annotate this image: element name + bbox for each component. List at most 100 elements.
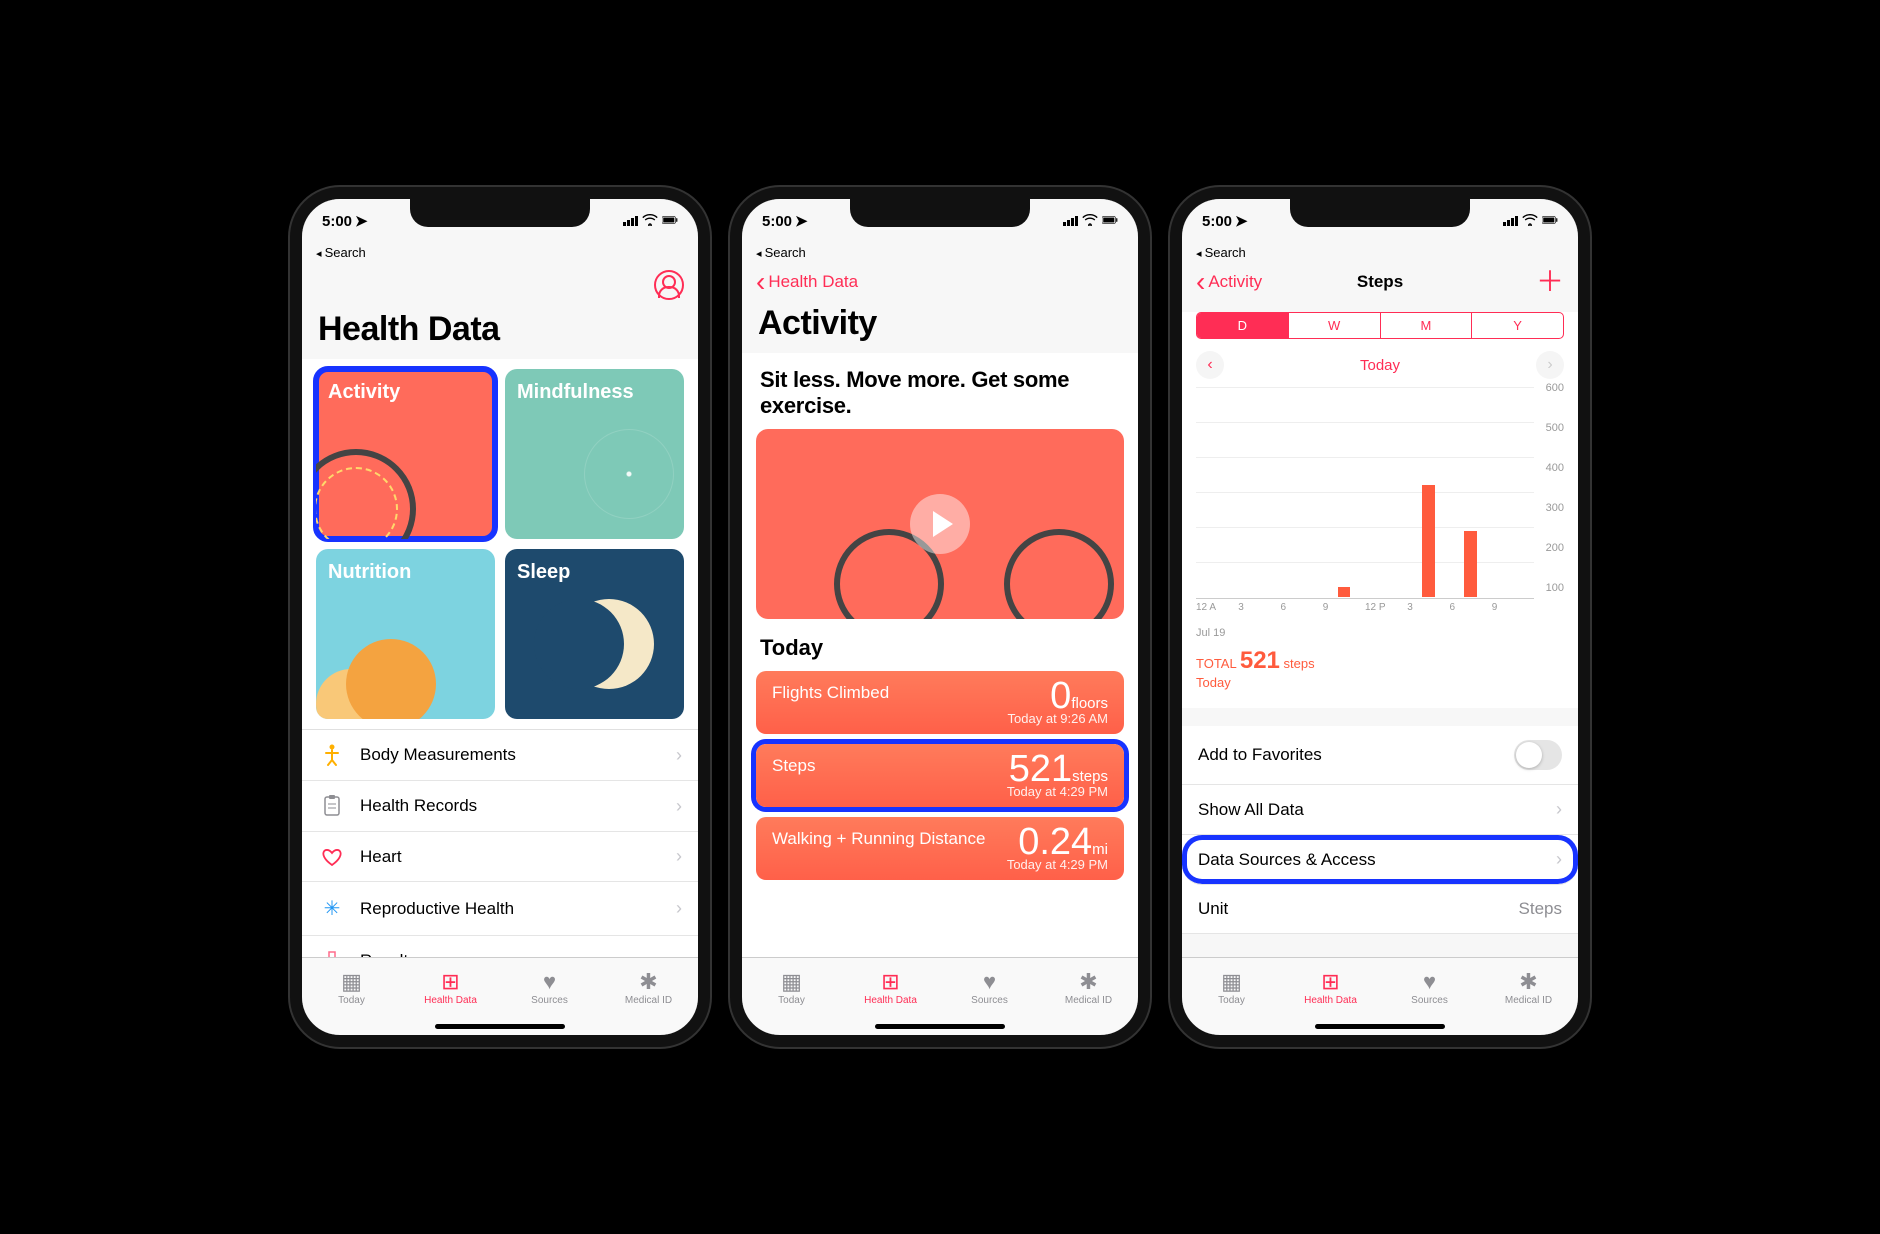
sources-icon: ♥: [1423, 971, 1436, 993]
health-data-icon: ⊞: [881, 971, 899, 993]
row-unit[interactable]: Unit Steps: [1182, 885, 1578, 934]
category-list: Body Measurements › Health Records › Hea…: [302, 729, 698, 957]
metric-walking-running-distance[interactable]: Walking + Running Distance 0.24mi Today …: [756, 817, 1124, 880]
metric-steps[interactable]: Steps 521steps Today at 4:29 PM: [756, 744, 1124, 807]
tab-health-data[interactable]: ⊞Health Data: [841, 958, 940, 1019]
list-row-body-measurements[interactable]: Body Measurements ›: [302, 730, 698, 781]
records-icon: [318, 795, 346, 817]
list-row-results[interactable]: Results ›: [302, 936, 698, 957]
row-label: Data Sources & Access: [1198, 850, 1376, 870]
nav-bar: Activity Steps ＋: [1182, 264, 1578, 304]
wifi-icon: [1522, 213, 1538, 230]
tab-medical-id[interactable]: ✱Medical ID: [599, 958, 698, 1019]
home-indicator[interactable]: [435, 1024, 565, 1029]
notch: [850, 199, 1030, 227]
medical-id-icon: ✱: [1079, 971, 1097, 993]
dandelion-icon: [584, 429, 674, 519]
back-search-link[interactable]: Search: [742, 243, 1138, 264]
today-icon: ▦: [341, 971, 362, 993]
category-sleep[interactable]: Sleep: [505, 549, 684, 719]
category-mindfulness[interactable]: Mindfulness: [505, 369, 684, 539]
list-row-health-records[interactable]: Health Records ›: [302, 781, 698, 832]
tab-today[interactable]: ▦Today: [742, 958, 841, 1019]
chevron-right-icon: ›: [1556, 849, 1562, 870]
category-label: Mindfulness: [517, 381, 634, 403]
tab-sources[interactable]: ♥Sources: [1380, 958, 1479, 1019]
today-icon: ▦: [1221, 971, 1242, 993]
back-button[interactable]: Activity: [1196, 272, 1262, 292]
tab-today[interactable]: ▦Today: [1182, 958, 1281, 1019]
steps-chart[interactable]: 600 500 400 300 200 100 12 A36912 P369: [1196, 387, 1564, 627]
chevron-right-icon: ›: [676, 796, 682, 817]
total-label: TOTAL: [1196, 656, 1236, 671]
chevron-right-icon: ›: [676, 898, 682, 919]
status-time: 5:00: [1202, 213, 1232, 230]
x-tick: 3: [1238, 599, 1280, 613]
wifi-icon: [1082, 213, 1098, 230]
add-button[interactable]: ＋: [1536, 272, 1564, 292]
home-indicator[interactable]: [875, 1024, 1005, 1029]
tab-health-data[interactable]: ⊞Health Data: [1281, 958, 1380, 1019]
signal-icon: [623, 216, 638, 226]
category-grid: Activity Mindfulness Nutrition Sleep: [302, 359, 698, 729]
next-date-button[interactable]: ›: [1536, 351, 1564, 379]
x-tick: 12 A: [1196, 599, 1238, 613]
segment-year[interactable]: Y: [1472, 313, 1563, 338]
y-tick: 400: [1546, 462, 1564, 474]
metric-flights-climbed[interactable]: Flights Climbed 0floors Today at 9:26 AM: [756, 671, 1124, 734]
nav-bar: Health Data: [742, 264, 1138, 304]
location-icon: ➤: [795, 212, 808, 230]
row-add-to-favorites[interactable]: Add to Favorites: [1182, 726, 1578, 785]
back-button[interactable]: Health Data: [756, 272, 858, 292]
segment-month[interactable]: M: [1381, 313, 1473, 338]
y-tick: 200: [1546, 542, 1564, 554]
sources-icon: ♥: [543, 971, 556, 993]
segment-week[interactable]: W: [1289, 313, 1381, 338]
row-data-sources-access[interactable]: Data Sources & Access ›: [1182, 835, 1578, 885]
x-tick: 6: [1450, 599, 1492, 613]
metric-value: 0floors: [1050, 677, 1108, 715]
tab-medical-id[interactable]: ✱Medical ID: [1039, 958, 1138, 1019]
tab-medical-id[interactable]: ✱Medical ID: [1479, 958, 1578, 1019]
row-label: Show All Data: [1198, 800, 1304, 820]
medical-id-icon: ✱: [639, 971, 657, 993]
play-icon: [910, 494, 970, 554]
tab-health-data[interactable]: ⊞Health Data: [401, 958, 500, 1019]
heart-icon: [318, 848, 346, 866]
list-label: Results: [360, 951, 417, 957]
page-title: Health Data: [302, 310, 698, 359]
tab-today[interactable]: ▦Today: [302, 958, 401, 1019]
profile-icon[interactable]: [654, 270, 684, 300]
category-activity[interactable]: Activity: [316, 369, 495, 539]
row-label: Add to Favorites: [1198, 745, 1322, 765]
battery-icon: [662, 213, 678, 230]
location-icon: ➤: [355, 212, 368, 230]
time-range-segment[interactable]: D W M Y: [1196, 312, 1564, 339]
x-tick: 12 P: [1365, 599, 1407, 613]
list-label: Heart: [360, 847, 402, 867]
promo-video-card[interactable]: [756, 429, 1124, 619]
category-label: Sleep: [517, 561, 570, 583]
back-search-link[interactable]: Search: [1182, 243, 1578, 264]
tab-sources[interactable]: ♥Sources: [500, 958, 599, 1019]
home-indicator[interactable]: [1315, 1024, 1445, 1029]
peach-icon: [346, 639, 436, 719]
x-tick: 9: [1492, 599, 1534, 613]
y-tick: 600: [1546, 382, 1564, 394]
prev-date-button[interactable]: ‹: [1196, 351, 1224, 379]
results-icon: [318, 950, 346, 957]
back-search-link[interactable]: Search: [302, 243, 698, 264]
x-tick: 3: [1407, 599, 1449, 613]
promo-heading: Sit less. Move more. Get some exercise.: [742, 353, 1138, 429]
row-show-all-data[interactable]: Show All Data ›: [1182, 785, 1578, 835]
metric-timestamp: Today at 4:29 PM: [772, 857, 1108, 872]
moon-icon: [564, 599, 654, 689]
segment-day[interactable]: D: [1197, 313, 1289, 338]
list-row-reproductive-health[interactable]: ✳ Reproductive Health ›: [302, 882, 698, 936]
list-label: Health Records: [360, 796, 477, 816]
list-row-heart[interactable]: Heart ›: [302, 832, 698, 882]
tab-sources[interactable]: ♥Sources: [940, 958, 1039, 1019]
toggle-switch[interactable]: [1514, 740, 1562, 770]
today-icon: ▦: [781, 971, 802, 993]
category-nutrition[interactable]: Nutrition: [316, 549, 495, 719]
